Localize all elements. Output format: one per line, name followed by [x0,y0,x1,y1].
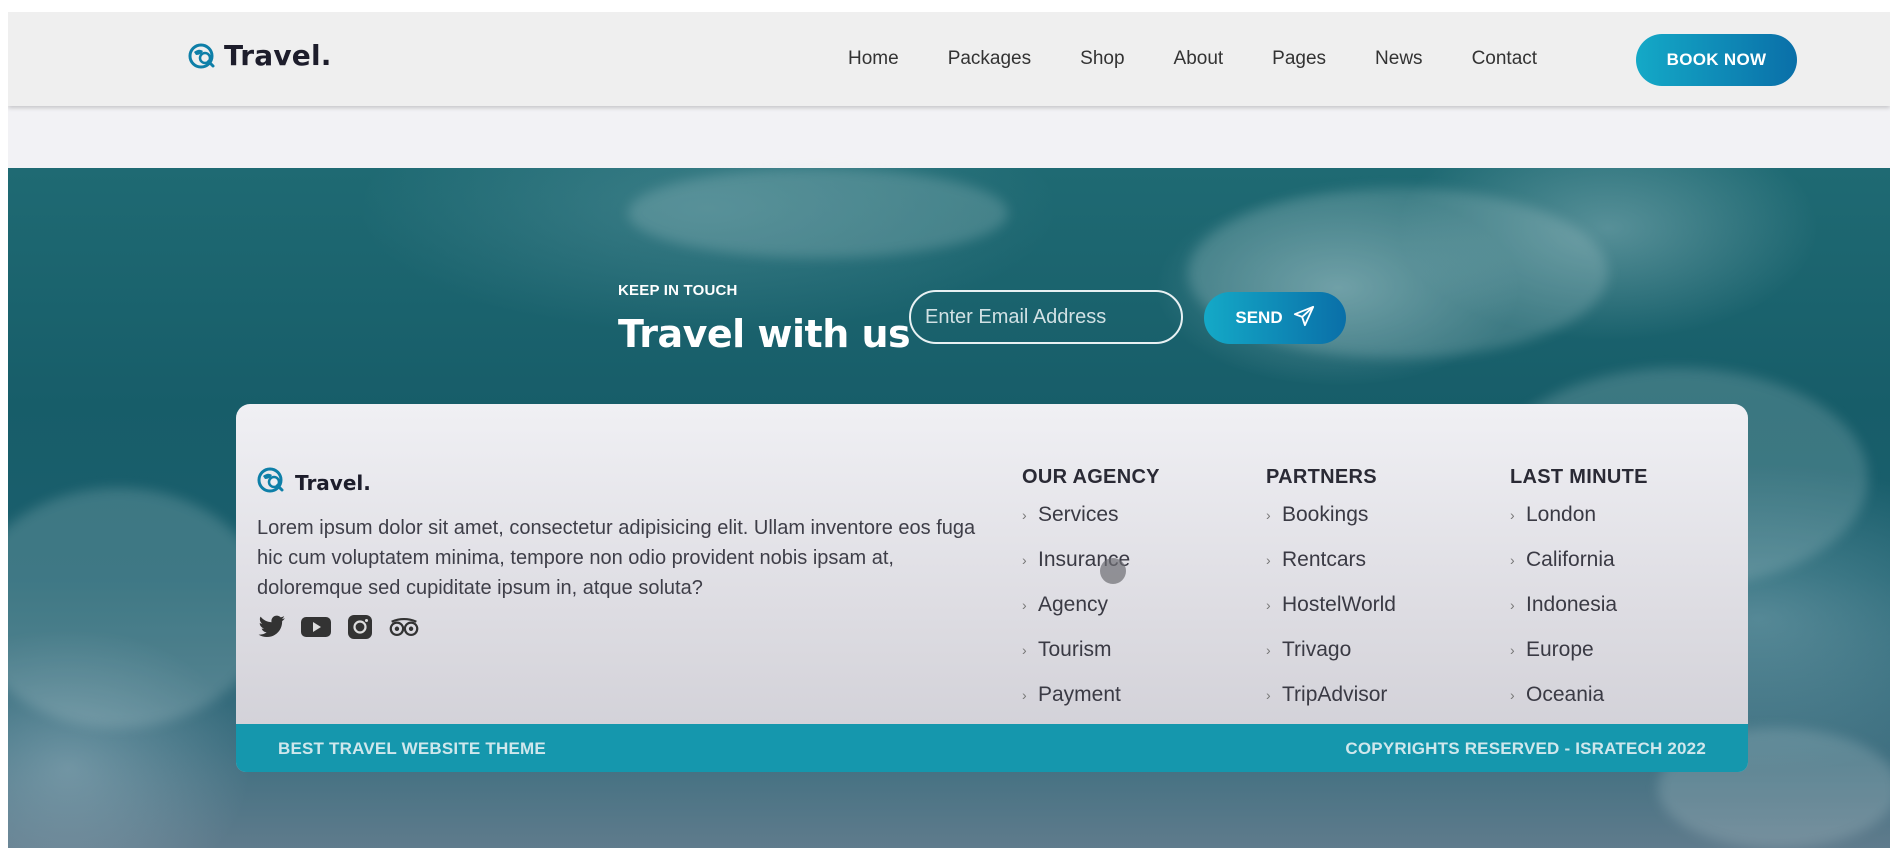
footer-link[interactable]: › Oceania [1510,672,1648,717]
chevron-right-icon: › [1510,641,1515,658]
globe-search-icon [188,42,216,70]
chevron-right-icon: › [1022,686,1027,703]
footer-brand-name: Travel. [295,470,371,495]
footer-link[interactable]: › Payment [1022,672,1160,717]
twitter-icon[interactable] [257,612,287,642]
footer-link[interactable]: › Insurance [1022,537,1160,582]
mouse-cursor-indicator [1100,558,1126,584]
footer-link[interactable]: › TripAdvisor [1266,672,1396,717]
footer-tagline: BEST TRAVEL WEBSITE THEME [278,739,546,758]
social-links [257,612,419,642]
footer-link[interactable]: › London [1510,492,1648,537]
footer-link[interactable]: › Services [1022,492,1160,537]
footer-link[interactable]: › HostelWorld [1266,582,1396,627]
chevron-right-icon: › [1266,506,1271,523]
paper-plane-icon [1293,305,1315,332]
chevron-right-icon: › [1510,686,1515,703]
newsletter-eyebrow: KEEP IN TOUCH [618,282,738,299]
chevron-right-icon: › [1266,641,1271,658]
brand-name: Travel. [224,39,332,72]
chevron-right-icon: › [1022,596,1027,613]
chevron-right-icon: › [1022,551,1027,568]
chevron-right-icon: › [1510,506,1515,523]
nav-menu: Home Packages Shop About Pages News Cont… [848,12,1537,106]
footer-link[interactable]: › California [1510,537,1648,582]
nav-link-pages[interactable]: Pages [1272,48,1326,70]
chevron-right-icon: › [1266,686,1271,703]
nav-link-contact[interactable]: Contact [1472,48,1537,70]
column-title: LAST MINUTE [1510,466,1648,488]
nav-link-about[interactable]: About [1174,48,1224,70]
nav-link-home[interactable]: Home [848,48,899,70]
footer-link[interactable]: › Rentcars [1266,537,1396,582]
chevron-right-icon: › [1510,551,1515,568]
instagram-icon[interactable] [345,612,375,642]
footer-link[interactable]: › Trivago [1266,627,1396,672]
footer-card: Travel. Lorem ipsum dolor sit amet, cons… [236,404,1748,772]
send-label: SEND [1235,308,1283,327]
nav-link-news[interactable]: News [1375,48,1423,70]
tripadvisor-icon[interactable] [389,612,419,642]
footer-link[interactable]: › Agency [1022,582,1160,627]
chevron-right-icon: › [1510,596,1515,613]
send-button[interactable]: SEND [1204,292,1346,344]
footer-bottom-bar: BEST TRAVEL WEBSITE THEME COPYRIGHTS RES… [236,724,1748,772]
footer-link[interactable]: › Tourism [1022,627,1160,672]
chevron-right-icon: › [1266,551,1271,568]
footer-about-text: Lorem ipsum dolor sit amet, consectetur … [257,517,976,599]
nav-link-shop[interactable]: Shop [1080,48,1124,70]
email-input[interactable] [909,290,1183,344]
nav-link-packages[interactable]: Packages [948,48,1031,70]
chevron-right-icon: › [1266,596,1271,613]
footer-link[interactable]: › Europe [1510,627,1648,672]
footer-column-last-minute: LAST MINUTE › London › California › Indones… [1510,466,1648,717]
newsletter-heading: Travel with us [618,312,911,356]
column-title: PARTNERS [1266,466,1377,488]
brand-logo[interactable]: Travel. [188,39,332,72]
globe-search-icon [257,466,285,499]
column-title: OUR AGENCY [1022,466,1160,488]
page: Travel. Home Packages Shop About Pages N… [8,12,1890,848]
footer-brand[interactable]: Travel. [257,466,371,499]
copyright-text: COPYRIGHTS RESERVED - ISRATECH 2022 [1345,739,1706,758]
youtube-icon[interactable] [301,612,331,642]
footer-column-agency: OUR AGENCY › Services › Insurance › Agency … [1022,466,1160,717]
footer-column-partners: PARTNERS › Bookings › Rentcars › HostelWorl… [1266,466,1396,717]
chevron-right-icon: › [1022,506,1027,523]
book-now-button[interactable]: BOOK NOW [1636,34,1797,86]
chevron-right-icon: › [1022,641,1027,658]
footer-link[interactable]: › Indonesia [1510,582,1648,627]
top-navbar: Travel. Home Packages Shop About Pages N… [8,12,1890,106]
footer-link[interactable]: › Bookings [1266,492,1396,537]
